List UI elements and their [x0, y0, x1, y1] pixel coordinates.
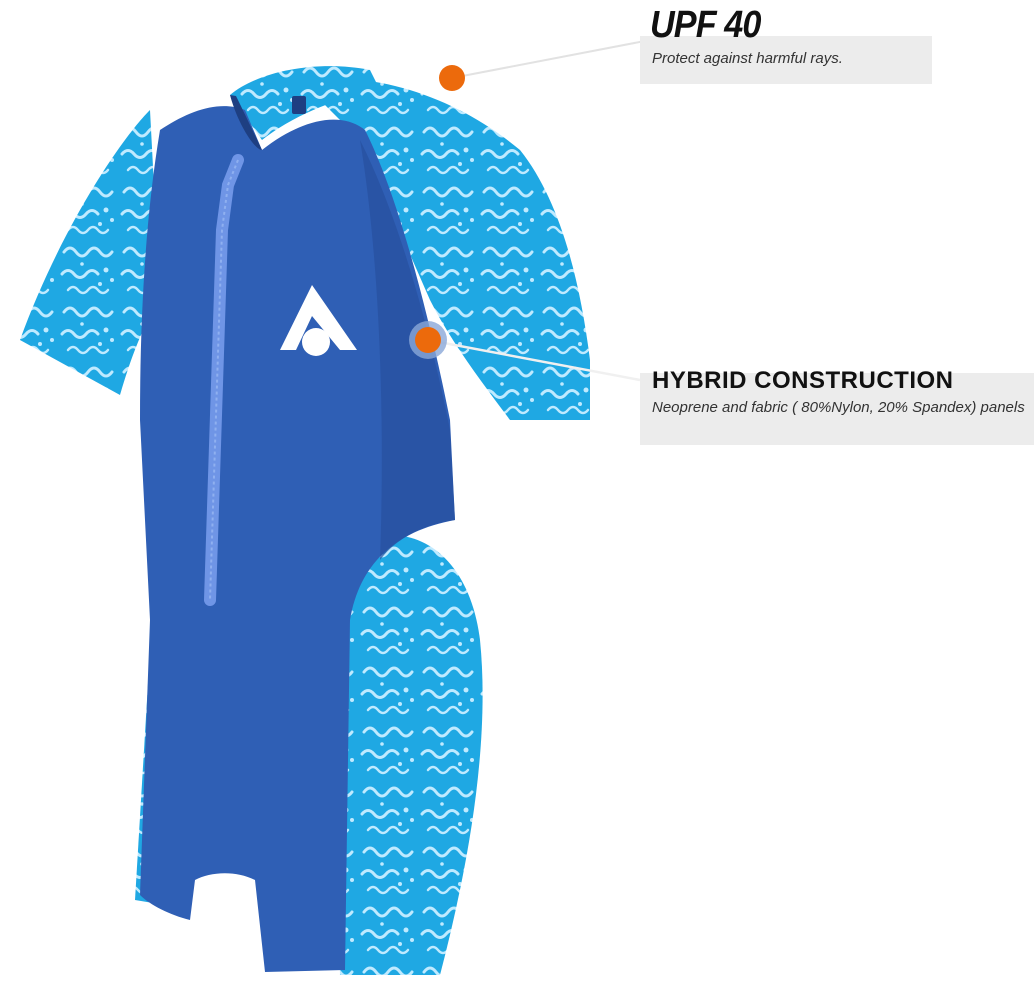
wetsuit-illustration [20, 39, 651, 975]
hybrid-callout-title: HYBRID CONSTRUCTION [652, 367, 954, 394]
upf-callout-title: UPF 40 [650, 4, 761, 46]
hybrid-callout-text: Neoprene and fabric ( 80%Nylon, 20% Span… [652, 399, 1025, 416]
product-feature-graphic: UPF 40 Protect against harmful rays. HYB… [0, 0, 1034, 983]
hotspot-dot-icon [439, 65, 465, 91]
hotspot-dot-icon [415, 327, 441, 353]
left-sleeve [20, 110, 160, 395]
upf-leader-line [451, 39, 651, 79]
upf-callout-text: Protect against harmful rays. [652, 50, 843, 67]
